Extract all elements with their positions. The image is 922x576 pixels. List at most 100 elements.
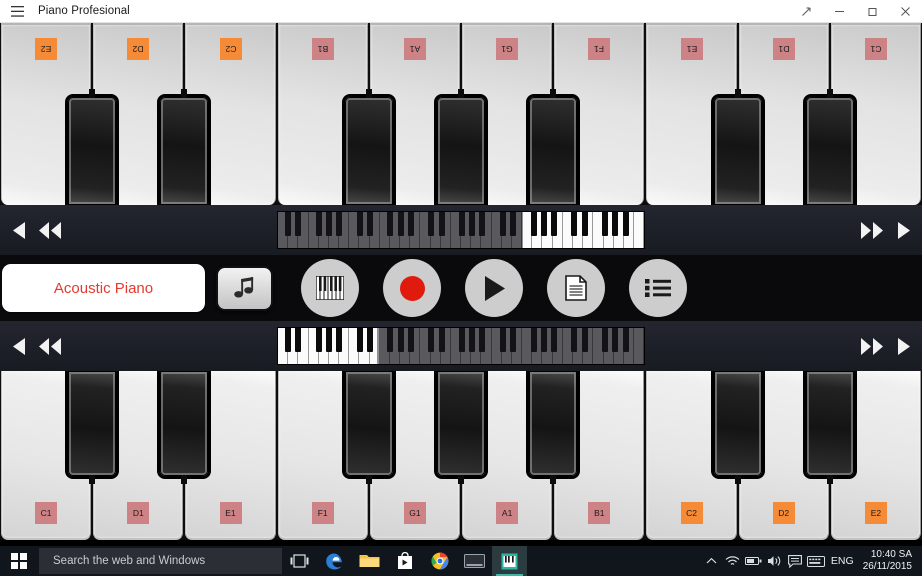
list-button[interactable] [629,259,687,317]
overview-black-key[interactable] [499,328,506,352]
overview-black-key[interactable] [499,212,506,236]
overview-black-key[interactable] [551,328,557,352]
overview-black-key[interactable] [315,328,322,352]
overview-black-key[interactable] [326,328,333,352]
overview-black-key[interactable] [612,212,619,236]
wifi-icon[interactable] [722,546,743,576]
bottom-keyboard[interactable]: C1 D1 E1 F1 G1 A1 B1 C2 D2 E2 [0,371,922,540]
white-key[interactable]: E2 [1,23,92,205]
keyboard-icon[interactable] [806,546,827,576]
overview-black-key[interactable] [479,328,486,352]
overview-black-key[interactable] [602,328,609,352]
overview-black-key[interactable] [295,212,302,236]
overview-black-key[interactable] [540,212,547,236]
white-key[interactable]: G1 [369,371,461,540]
white-key[interactable]: D1 [93,371,184,540]
piano-app-icon[interactable] [492,546,527,576]
search-input[interactable]: Search the web and Windows [39,548,282,574]
chevron-up-icon[interactable] [701,546,722,576]
overview-black-key[interactable] [510,328,517,352]
overview-black-key[interactable] [551,212,557,236]
white-key[interactable]: C1 [830,23,922,205]
overview-black-key[interactable] [315,212,322,236]
overview-black-key[interactable] [285,212,292,236]
restore-window-button[interactable] [790,0,823,22]
overview-black-key[interactable] [581,328,588,352]
clock[interactable]: 10:40 SA 26/11/2015 [861,549,918,573]
file-explorer-icon[interactable] [352,546,387,576]
overview-black-key[interactable] [438,212,445,236]
sheet-button[interactable] [547,259,605,317]
white-key[interactable]: B1 [554,371,645,540]
minimize-window-button[interactable] [823,0,856,22]
white-key[interactable]: C1 [1,371,92,540]
instrument-selector[interactable]: Acoustic Piano [2,264,205,312]
triangle-left-icon[interactable] [8,213,30,247]
overview-black-key[interactable] [622,328,629,352]
overview-black-key[interactable] [622,212,629,236]
top-keyboard-overview[interactable] [277,211,645,249]
white-key[interactable]: E2 [830,371,922,540]
overview-black-key[interactable] [295,328,302,352]
overview-black-key[interactable] [530,212,537,236]
overview-black-key[interactable] [428,212,435,236]
overview-black-key[interactable] [407,328,414,352]
overview-black-key[interactable] [469,328,476,352]
white-key[interactable]: G1 [462,23,553,205]
triangle-right-icon[interactable] [892,329,914,363]
overview-black-key[interactable] [571,212,578,236]
white-key[interactable]: E1 [646,23,737,205]
hamburger-icon[interactable] [0,0,34,22]
white-key[interactable]: A1 [369,23,461,205]
overview-black-key[interactable] [326,212,333,236]
close-window-button[interactable] [889,0,922,22]
white-key[interactable]: D2 [738,371,829,540]
double-triangle-right-icon[interactable] [861,329,883,363]
overview-black-key[interactable] [530,328,537,352]
overview-black-key[interactable] [387,328,394,352]
white-key[interactable]: D2 [93,23,184,205]
overview-black-key[interactable] [602,212,609,236]
overview-black-key[interactable] [581,212,588,236]
overview-black-key[interactable] [367,212,373,236]
overview-black-key[interactable] [571,328,578,352]
triangle-left-icon[interactable] [8,329,30,363]
white-key[interactable]: A1 [462,371,553,540]
white-key[interactable]: B1 [277,23,368,205]
white-key[interactable]: C2 [646,371,737,540]
chrome-icon[interactable] [422,546,457,576]
language-indicator[interactable]: ENG [827,555,861,567]
terminal-icon[interactable] [457,546,492,576]
overview-black-key[interactable] [397,328,404,352]
overview-black-key[interactable] [540,328,547,352]
overview-black-key[interactable] [469,212,476,236]
overview-black-key[interactable] [612,328,619,352]
store-icon[interactable] [387,546,422,576]
music-note-button[interactable] [216,265,273,311]
white-key[interactable]: D1 [738,23,829,205]
maximize-window-button[interactable] [856,0,889,22]
action-center-icon[interactable] [785,546,806,576]
bottom-keyboard-overview[interactable] [277,327,645,365]
edge-icon[interactable] [317,546,352,576]
double-triangle-right-icon[interactable] [861,213,883,247]
record-button[interactable] [383,259,441,317]
white-key[interactable]: C2 [185,23,276,205]
overview-black-key[interactable] [397,212,404,236]
double-triangle-left-icon[interactable] [39,213,61,247]
task-view-icon[interactable] [282,546,317,576]
white-key[interactable]: E1 [185,371,276,540]
overview-black-key[interactable] [367,328,373,352]
overview-black-key[interactable] [459,328,465,352]
start-button[interactable] [0,546,38,576]
overview-black-key[interactable] [336,328,343,352]
overview-black-key[interactable] [336,212,343,236]
play-button[interactable] [465,259,523,317]
white-key[interactable]: F1 [277,371,368,540]
overview-black-key[interactable] [387,212,394,236]
battery-icon[interactable] [743,546,764,576]
keys-button[interactable] [301,259,359,317]
top-keyboard[interactable]: E2 D2 C2 B1 A1 G1 F1 E1 D1 C1 [0,23,922,205]
overview-black-key[interactable] [438,328,445,352]
white-key[interactable]: F1 [554,23,645,205]
